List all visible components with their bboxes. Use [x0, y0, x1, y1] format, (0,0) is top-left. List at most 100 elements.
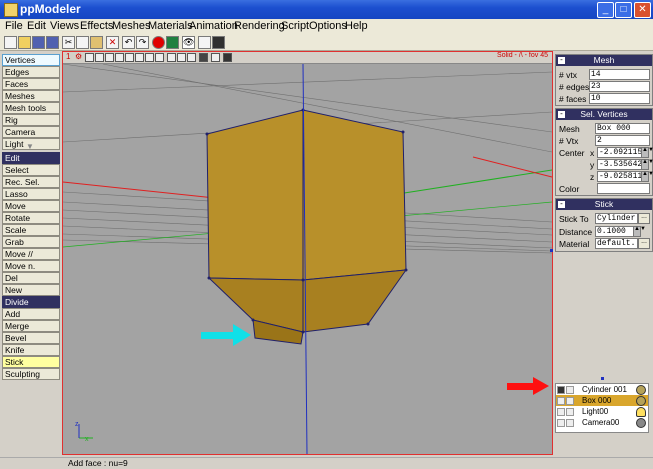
splitter-handle-bottom[interactable]	[601, 377, 604, 380]
faces-count-field[interactable]: 10	[589, 93, 650, 104]
mesh-name-field[interactable]: Box 000	[595, 123, 650, 134]
open-icon[interactable]	[18, 36, 31, 49]
material-icon[interactable]	[166, 36, 179, 49]
center-z-spinner[interactable]: ▲▼	[641, 171, 653, 182]
maximize-button[interactable]: □	[615, 2, 632, 18]
menu-edit[interactable]: Edit	[27, 20, 46, 32]
mode-rig[interactable]: Rig	[2, 114, 60, 126]
view-persp-icon[interactable]	[115, 53, 124, 62]
center-z-field[interactable]: -9.025811	[597, 171, 642, 182]
vtx-count-field[interactable]: 14	[589, 69, 650, 80]
menu-rendering[interactable]: Rendering	[234, 20, 285, 32]
menu-help[interactable]: Help	[345, 20, 368, 32]
tool-select[interactable]: Select	[2, 164, 60, 176]
camera-view-icon[interactable]	[177, 53, 186, 62]
light-icon[interactable]	[167, 53, 176, 62]
view-front-icon[interactable]	[85, 53, 94, 62]
tool-move[interactable]: Move	[2, 200, 60, 212]
fit-icon[interactable]	[155, 53, 164, 62]
3d-viewport[interactable]: x z 1 ⚙ Solid - /\ - fov 45	[62, 51, 553, 455]
view-top-icon[interactable]	[105, 53, 114, 62]
collapse-icon[interactable]: -	[558, 56, 565, 64]
menu-meshes[interactable]: Meshes	[112, 20, 151, 32]
center-y-field[interactable]: -3.535642	[597, 159, 642, 170]
lock-toggle[interactable]	[566, 397, 574, 405]
outliner-item-cylinder[interactable]: Cylinder 001	[556, 384, 648, 395]
tool-rotate[interactable]: Rotate	[2, 212, 60, 224]
tool-add[interactable]: Add	[2, 308, 60, 320]
viewport-gear-icon[interactable]: ⚙	[75, 52, 82, 61]
box-mesh[interactable]	[205, 108, 408, 345]
save-as-icon[interactable]	[46, 36, 59, 49]
menu-materials[interactable]: Materials	[148, 20, 193, 32]
outliner-item-box[interactable]: Box 000	[556, 395, 648, 406]
mode-vertices[interactable]: Vertices	[2, 54, 60, 66]
center-x-field[interactable]: -2.092115	[597, 147, 642, 158]
eye-icon[interactable]: 👁	[182, 36, 195, 49]
sel-vtx-field[interactable]: 2	[595, 135, 650, 146]
zoom-icon[interactable]	[145, 53, 154, 62]
tool-bevel[interactable]: Bevel	[2, 332, 60, 344]
edges-count-field[interactable]: 23	[589, 81, 650, 92]
distance-spinner[interactable]: ▲▼	[633, 226, 646, 237]
pan-icon[interactable]	[125, 53, 134, 62]
tool-move-normal[interactable]: Move n.	[2, 260, 60, 272]
record-icon[interactable]	[152, 36, 165, 49]
visibility-toggle[interactable]	[557, 408, 565, 416]
stick-to-browse-button[interactable]: ...	[638, 213, 650, 224]
material-field[interactable]: default.	[595, 238, 638, 249]
tool-knife[interactable]: Knife	[2, 344, 60, 356]
grid-icon[interactable]	[198, 36, 211, 49]
tool-del[interactable]: Del	[2, 272, 60, 284]
lock-toggle[interactable]	[566, 386, 574, 394]
visibility-toggle[interactable]	[557, 386, 565, 394]
menu-effects[interactable]: Effects	[80, 20, 113, 32]
render-icon[interactable]	[187, 53, 196, 62]
material-browse-button[interactable]: ...	[638, 238, 650, 249]
mode-meshes[interactable]: Meshes	[2, 90, 60, 102]
undo-icon[interactable]: ↶	[122, 36, 135, 49]
orbit-icon[interactable]	[135, 53, 144, 62]
menu-file[interactable]: File	[5, 20, 23, 32]
visibility-toggle[interactable]	[557, 397, 565, 405]
tool-sculpting[interactable]: Sculpting	[2, 368, 60, 380]
stick-to-field[interactable]: Cylinder	[595, 213, 638, 224]
splitter-handle-right[interactable]	[550, 249, 553, 252]
center-x-spinner[interactable]: ▲▼	[641, 147, 653, 158]
tool-lasso[interactable]: Lasso	[2, 188, 60, 200]
new-icon[interactable]	[4, 36, 17, 49]
center-y-spinner[interactable]: ▲▼	[641, 159, 653, 170]
tool-new[interactable]: New	[2, 284, 60, 296]
mode-faces[interactable]: Faces	[2, 78, 60, 90]
tool-rec-sel[interactable]: Rec. Sel.	[2, 176, 60, 188]
mode-camera[interactable]: Camera	[2, 126, 60, 138]
distance-field[interactable]: 0.1000	[595, 226, 634, 237]
shade-icon[interactable]	[199, 53, 208, 62]
color-swatch[interactable]	[597, 183, 650, 194]
redo-icon[interactable]: ↷	[136, 36, 149, 49]
split-view-icon[interactable]	[223, 53, 232, 62]
viewport-scene[interactable]: x z	[63, 52, 552, 454]
mode-edges[interactable]: Edges	[2, 66, 60, 78]
lock-toggle[interactable]	[566, 408, 574, 416]
paste-icon[interactable]	[90, 36, 103, 49]
cut-icon[interactable]: ✂	[62, 36, 75, 49]
copy-icon[interactable]	[76, 36, 89, 49]
menu-script[interactable]: Script	[281, 20, 309, 32]
save-icon[interactable]	[32, 36, 45, 49]
menu-options[interactable]: Options	[309, 20, 347, 32]
collapse-arrow-icon[interactable]: ▼	[18, 142, 42, 151]
lock-toggle[interactable]	[566, 419, 574, 427]
close-button[interactable]: ✕	[634, 2, 651, 18]
collapse-icon[interactable]: -	[558, 110, 565, 118]
tool-merge[interactable]: Merge	[2, 320, 60, 332]
delete-icon[interactable]: ✕	[106, 36, 119, 49]
layout-icon[interactable]	[212, 36, 225, 49]
menu-animation[interactable]: Animation	[189, 20, 238, 32]
collapse-icon[interactable]: -	[558, 200, 565, 208]
tool-scale[interactable]: Scale	[2, 224, 60, 236]
tool-move-parallel[interactable]: Move //	[2, 248, 60, 260]
menu-views[interactable]: Views	[50, 20, 79, 32]
outliner-item-light[interactable]: Light00	[556, 406, 648, 417]
minimize-button[interactable]: _	[597, 2, 614, 18]
